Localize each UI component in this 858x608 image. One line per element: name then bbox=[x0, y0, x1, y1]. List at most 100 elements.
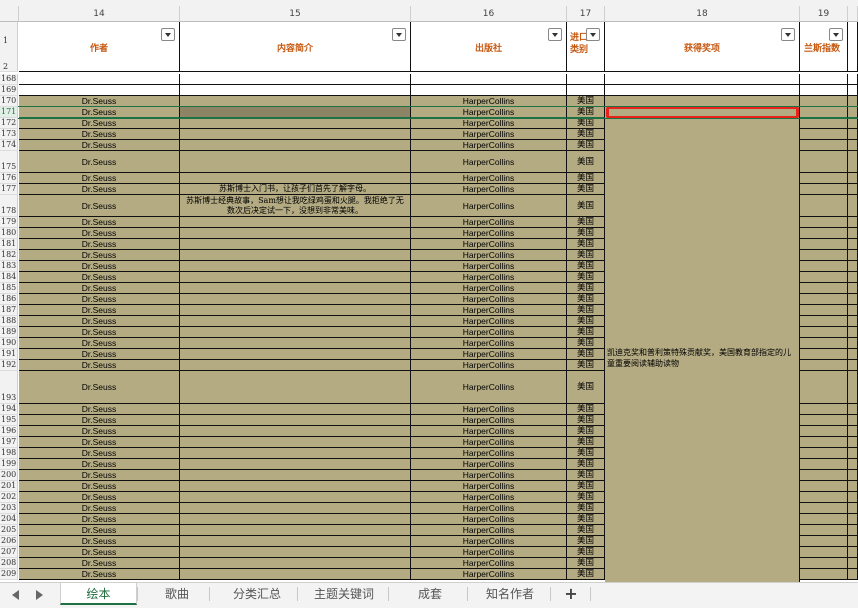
sheet-tab-6[interactable]: 知名作者 bbox=[470, 583, 550, 605]
cell-summary[interactable] bbox=[180, 558, 411, 569]
cell-lexile[interactable] bbox=[800, 360, 848, 371]
row-header-191[interactable]: 191 bbox=[0, 349, 18, 360]
cell-lexile[interactable] bbox=[800, 536, 848, 547]
cell-country[interactable]: 美国 bbox=[567, 404, 605, 415]
filter-dropdown-icon[interactable] bbox=[829, 28, 843, 41]
cell-author[interactable]: Dr.Seuss bbox=[19, 173, 180, 184]
cell-country[interactable]: 美国 bbox=[567, 503, 605, 514]
row-header-1[interactable]: 12 bbox=[0, 22, 18, 72]
cell-publisher[interactable]: HarperCollins bbox=[411, 492, 567, 503]
cell-extra[interactable] bbox=[848, 536, 858, 547]
row-header-203[interactable]: 203 bbox=[0, 503, 18, 514]
sheet-tab-5[interactable]: 成套 bbox=[393, 583, 467, 605]
cell-publisher[interactable]: HarperCollins bbox=[411, 371, 567, 404]
cell-country[interactable]: 美国 bbox=[567, 283, 605, 294]
cell-lexile[interactable] bbox=[800, 448, 848, 459]
row-header-176[interactable]: 176 bbox=[0, 173, 18, 184]
cell-country[interactable]: 美国 bbox=[567, 558, 605, 569]
cell-extra[interactable] bbox=[848, 558, 858, 569]
cell-author[interactable] bbox=[19, 85, 180, 96]
cell-award[interactable] bbox=[605, 85, 800, 96]
cell-summary[interactable] bbox=[180, 569, 411, 580]
cell-author[interactable]: Dr.Seuss bbox=[19, 272, 180, 283]
cell-author[interactable]: Dr.Seuss bbox=[19, 459, 180, 470]
cell-summary[interactable] bbox=[180, 338, 411, 349]
cell-lexile[interactable] bbox=[800, 85, 848, 96]
cell-country[interactable]: 美国 bbox=[567, 151, 605, 173]
row-header-192[interactable]: 192 bbox=[0, 360, 18, 371]
row-header-175[interactable]: 175 bbox=[0, 151, 18, 173]
cell-extra[interactable] bbox=[848, 294, 858, 305]
row-header-170[interactable]: 170 bbox=[0, 96, 18, 107]
cell-extra[interactable] bbox=[848, 217, 858, 228]
cell-publisher[interactable]: HarperCollins bbox=[411, 140, 567, 151]
cell-summary[interactable] bbox=[180, 536, 411, 547]
filter-dropdown-icon[interactable] bbox=[586, 28, 600, 41]
cell-author[interactable]: Dr.Seuss bbox=[19, 239, 180, 250]
cell-country[interactable]: 美国 bbox=[567, 173, 605, 184]
cell-lexile[interactable] bbox=[800, 558, 848, 569]
cell-author[interactable]: Dr.Seuss bbox=[19, 426, 180, 437]
cell-extra[interactable] bbox=[848, 173, 858, 184]
cell-country[interactable]: 美国 bbox=[567, 338, 605, 349]
cell-publisher[interactable]: HarperCollins bbox=[411, 437, 567, 448]
cell-lexile[interactable] bbox=[800, 140, 848, 151]
cell-extra[interactable] bbox=[848, 426, 858, 437]
cell-publisher[interactable]: HarperCollins bbox=[411, 327, 567, 338]
cell-country[interactable]: 美国 bbox=[567, 272, 605, 283]
cell-lexile[interactable] bbox=[800, 503, 848, 514]
row-header-205[interactable]: 205 bbox=[0, 525, 18, 536]
cell-author[interactable]: Dr.Seuss bbox=[19, 514, 180, 525]
cell-author[interactable]: Dr.Seuss bbox=[19, 151, 180, 173]
cell-extra[interactable] bbox=[848, 195, 858, 217]
column-header-next[interactable] bbox=[848, 6, 858, 22]
cell-country[interactable]: 美国 bbox=[567, 437, 605, 448]
header-award[interactable]: 获得奖项 bbox=[605, 22, 800, 72]
cell-publisher[interactable]: HarperCollins bbox=[411, 173, 567, 184]
cell-author[interactable]: Dr.Seuss bbox=[19, 360, 180, 371]
cell-summary[interactable] bbox=[180, 74, 411, 85]
cell-publisher[interactable]: HarperCollins bbox=[411, 239, 567, 250]
cell-publisher[interactable]: HarperCollins bbox=[411, 547, 567, 558]
cell-extra[interactable] bbox=[848, 404, 858, 415]
cell-author[interactable]: Dr.Seuss bbox=[19, 195, 180, 217]
cell-summary[interactable] bbox=[180, 250, 411, 261]
sheet-tab-3[interactable]: 分类汇总 bbox=[217, 583, 297, 605]
row-header-171[interactable]: 171 bbox=[0, 107, 18, 118]
cell-lexile[interactable] bbox=[800, 261, 848, 272]
row-header-200[interactable]: 200 bbox=[0, 470, 18, 481]
cell-publisher[interactable]: HarperCollins bbox=[411, 316, 567, 327]
row-header-206[interactable]: 206 bbox=[0, 536, 18, 547]
cell-publisher[interactable]: HarperCollins bbox=[411, 305, 567, 316]
cell-author[interactable]: Dr.Seuss bbox=[19, 338, 180, 349]
select-all-corner[interactable] bbox=[0, 6, 19, 22]
cell-author[interactable]: Dr.Seuss bbox=[19, 536, 180, 547]
cell-summary[interactable] bbox=[180, 514, 411, 525]
cell-extra[interactable] bbox=[848, 316, 858, 327]
cell-extra[interactable] bbox=[848, 129, 858, 140]
cell-summary[interactable] bbox=[180, 217, 411, 228]
header-lexile[interactable]: 兰斯指数 bbox=[800, 22, 848, 72]
cell-summary[interactable] bbox=[180, 283, 411, 294]
cell-country[interactable]: 美国 bbox=[567, 118, 605, 129]
cell-lexile[interactable] bbox=[800, 437, 848, 448]
row-header-197[interactable]: 197 bbox=[0, 437, 18, 448]
cell-author[interactable]: Dr.Seuss bbox=[19, 129, 180, 140]
cell-extra[interactable] bbox=[848, 492, 858, 503]
cell-summary[interactable] bbox=[180, 547, 411, 558]
cell-lexile[interactable] bbox=[800, 371, 848, 404]
add-sheet-button[interactable]: + bbox=[558, 583, 584, 605]
cell-summary[interactable] bbox=[180, 492, 411, 503]
filter-dropdown-icon[interactable] bbox=[781, 28, 795, 41]
cell-lexile[interactable] bbox=[800, 338, 848, 349]
cell-lexile[interactable] bbox=[800, 250, 848, 261]
cell-extra[interactable] bbox=[848, 448, 858, 459]
cell-publisher[interactable]: HarperCollins bbox=[411, 283, 567, 294]
cell-author[interactable]: Dr.Seuss bbox=[19, 558, 180, 569]
cell-summary[interactable] bbox=[180, 228, 411, 239]
cell-extra[interactable] bbox=[848, 338, 858, 349]
row-header-194[interactable]: 194 bbox=[0, 404, 18, 415]
cell-publisher[interactable]: HarperCollins bbox=[411, 426, 567, 437]
cell-summary[interactable] bbox=[180, 239, 411, 250]
cell-country[interactable]: 美国 bbox=[567, 371, 605, 404]
